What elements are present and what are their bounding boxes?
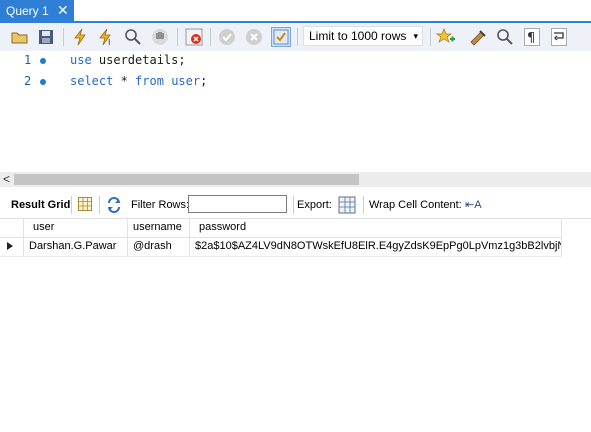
horizontal-scrollbar[interactable]: < <box>0 172 591 187</box>
grid-view-icon[interactable] <box>78 197 92 214</box>
svg-text:I: I <box>108 38 110 46</box>
grid-header: user username password <box>0 218 562 238</box>
limit-rows-value: Limit to 1000 rows <box>309 29 407 43</box>
close-icon[interactable]: ✕ <box>57 2 69 18</box>
column-header-user[interactable]: user <box>24 218 128 237</box>
keyword: user <box>171 74 201 88</box>
execute-current-icon[interactable]: I <box>96 27 116 47</box>
autocommit-toggle-icon[interactable] <box>271 27 291 47</box>
sql-toolbar: I Limit to 1000 rows ▾ ¶ <box>0 23 591 52</box>
editor-line: 1 use userdetails; <box>0 51 591 71</box>
cell-user[interactable]: Darshan.G.Pawar <box>24 237 128 256</box>
invisible-chars-icon[interactable]: ¶ <box>522 27 542 47</box>
stop-icon[interactable] <box>150 27 170 47</box>
current-row-icon <box>7 242 13 250</box>
toolbar-separator <box>210 28 211 46</box>
commit-icon[interactable] <box>217 27 237 47</box>
cell-username[interactable]: @drash <box>128 237 190 256</box>
toolbar-separator <box>293 196 294 214</box>
export-icon[interactable] <box>338 196 356 217</box>
statement-marker-icon <box>40 79 46 85</box>
table-row[interactable]: Darshan.G.Pawar @drash $2a$10$AZ4LV9dN8O… <box>0 237 562 257</box>
code-token: * <box>113 74 136 88</box>
code-token: userdetails; <box>91 53 186 67</box>
sql-editor[interactable]: 1 use userdetails; 2 select * from user; <box>0 51 591 171</box>
tab-bar: Query 1 ✕ <box>0 0 591 23</box>
word-wrap-icon[interactable] <box>549 27 569 47</box>
toolbar-separator <box>99 196 100 214</box>
rollback-icon[interactable] <box>244 27 264 47</box>
statement-marker-icon <box>40 58 46 64</box>
explain-icon[interactable] <box>123 27 143 47</box>
open-file-icon[interactable] <box>10 27 30 47</box>
code-token: ; <box>200 74 208 88</box>
filter-rows-input[interactable] <box>188 195 287 213</box>
scroll-left-icon[interactable]: < <box>3 172 10 187</box>
row-selector[interactable] <box>0 237 24 256</box>
toolbar-separator <box>363 196 364 214</box>
toggle-error-icon[interactable] <box>184 27 204 47</box>
result-grid-tab[interactable]: Result Grid <box>11 199 70 211</box>
chevron-down-icon: ▾ <box>413 31 418 41</box>
svg-text:¶: ¶ <box>527 31 535 46</box>
keyword: use <box>70 53 92 67</box>
execute-icon[interactable] <box>70 27 90 47</box>
column-header-username[interactable]: username <box>128 218 190 237</box>
find-icon[interactable] <box>495 27 515 47</box>
filter-rows-label: Filter Rows: <box>131 199 190 211</box>
refresh-icon[interactable] <box>106 197 122 216</box>
keyword: select <box>70 74 114 88</box>
code-text: select * from user; <box>70 74 207 88</box>
tab-label: Query 1 <box>6 4 49 18</box>
row-header-corner <box>0 218 24 237</box>
toolbar-separator <box>71 196 72 214</box>
limit-rows-select[interactable]: Limit to 1000 rows ▾ <box>303 26 423 46</box>
wrap-cell-content-label: Wrap Cell Content: <box>369 199 462 211</box>
cell-password[interactable]: $2a$10$AZ4LV9dN8OTWskEfU8ElR.E4gyZdsK9Ep… <box>190 237 562 256</box>
code-text: use userdetails; <box>70 53 186 67</box>
result-toolbar: Result Grid Filter Rows: Export: Wrap Ce… <box>0 192 591 219</box>
toolbar-separator <box>177 28 178 46</box>
line-number: 1 <box>24 53 32 67</box>
wrap-cell-content-icon[interactable]: ⇤A <box>465 198 482 211</box>
editor-line: 2 select * from user; <box>0 72 591 92</box>
toolbar-separator <box>297 28 298 46</box>
scrollbar-thumb[interactable] <box>14 174 359 185</box>
line-number: 2 <box>24 74 32 88</box>
tab-query-1[interactable]: Query 1 ✕ <box>0 0 74 21</box>
toolbar-separator <box>430 28 431 46</box>
export-label: Export: <box>297 199 332 211</box>
column-header-password[interactable]: password <box>190 218 562 237</box>
save-icon[interactable] <box>36 27 56 47</box>
add-snippet-icon[interactable] <box>436 27 456 47</box>
keyword: from <box>135 74 164 88</box>
beautify-icon[interactable] <box>468 27 488 47</box>
toolbar-separator <box>63 28 64 46</box>
